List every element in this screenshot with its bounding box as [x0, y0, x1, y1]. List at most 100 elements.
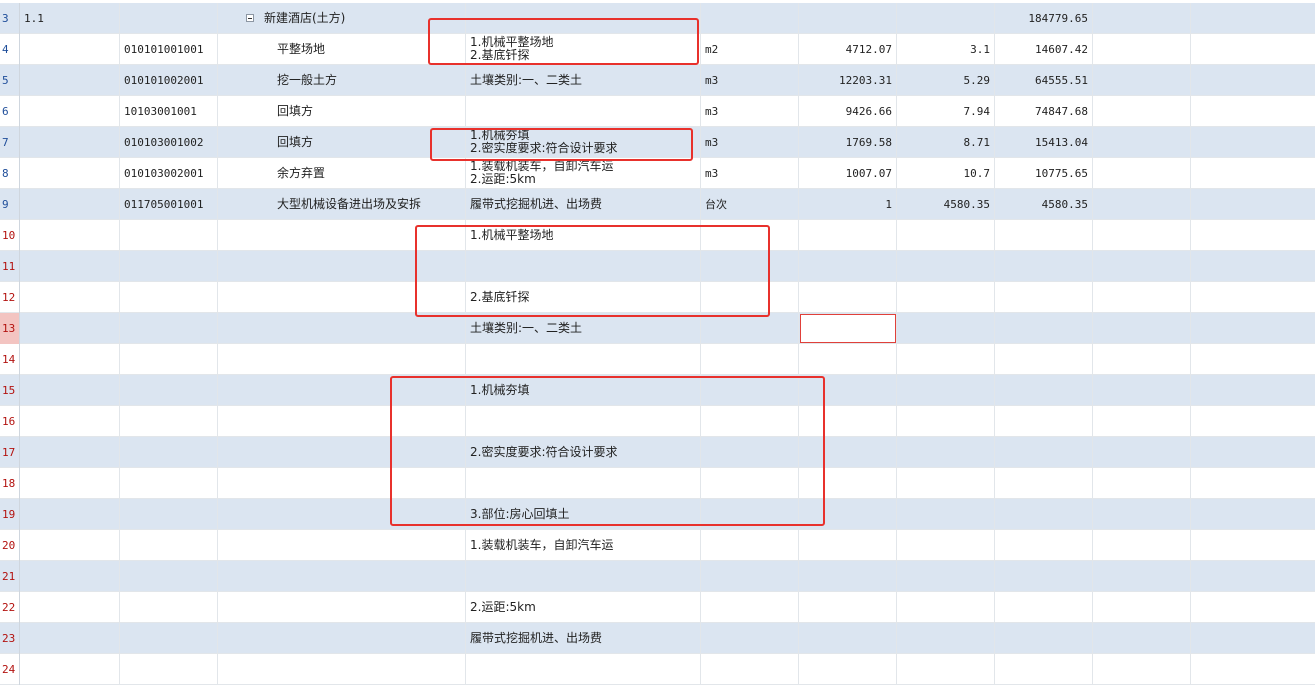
index-cell[interactable]: [20, 623, 120, 654]
unit-cell[interactable]: m3: [701, 65, 799, 96]
quantity-cell[interactable]: [799, 344, 897, 375]
total-cell[interactable]: [995, 592, 1093, 623]
unit-cell[interactable]: m3: [701, 158, 799, 189]
unit-cell[interactable]: [701, 468, 799, 499]
row-number[interactable]: 18: [0, 468, 20, 499]
total-cell[interactable]: [995, 499, 1093, 530]
index-cell[interactable]: [20, 468, 120, 499]
item-name-cell[interactable]: [218, 251, 466, 282]
code-cell[interactable]: 010103001002: [120, 127, 218, 158]
item-name-cell[interactable]: [218, 437, 466, 468]
unit-price-cell[interactable]: [897, 406, 995, 437]
features-cell[interactable]: 土壤类别:一、二类土: [466, 313, 701, 344]
features-cell[interactable]: 1.装载机装车，自卸汽车运: [466, 530, 701, 561]
unit-price-cell[interactable]: 5.29: [897, 65, 995, 96]
unit-cell[interactable]: m3: [701, 127, 799, 158]
collapse-minus-icon[interactable]: [246, 14, 254, 22]
code-cell[interactable]: [120, 375, 218, 406]
empty-cell[interactable]: [1093, 437, 1191, 468]
total-cell[interactable]: [995, 220, 1093, 251]
code-cell[interactable]: [120, 530, 218, 561]
row-number[interactable]: 10: [0, 220, 20, 251]
features-cell[interactable]: 1.机械夯填 2.密实度要求:符合设计要求: [466, 127, 701, 158]
total-cell[interactable]: [995, 375, 1093, 406]
index-cell[interactable]: [20, 437, 120, 468]
total-cell[interactable]: 10775.65: [995, 158, 1093, 189]
quantity-cell[interactable]: 1: [799, 189, 897, 220]
total-cell[interactable]: [995, 313, 1093, 344]
empty-cell[interactable]: [1191, 623, 1315, 654]
empty-cell[interactable]: [1093, 468, 1191, 499]
row-number[interactable]: 13: [0, 313, 20, 344]
unit-cell[interactable]: m2: [701, 34, 799, 65]
empty-cell[interactable]: [1093, 158, 1191, 189]
total-cell[interactable]: [995, 344, 1093, 375]
row-number[interactable]: 15: [0, 375, 20, 406]
item-name-cell[interactable]: 挖一般土方: [218, 65, 466, 96]
total-cell[interactable]: [995, 251, 1093, 282]
empty-cell[interactable]: [1093, 344, 1191, 375]
total-cell[interactable]: [995, 623, 1093, 654]
unit-cell[interactable]: [701, 344, 799, 375]
unit-price-cell[interactable]: [897, 592, 995, 623]
unit-cell[interactable]: [701, 251, 799, 282]
item-name-cell[interactable]: [218, 561, 466, 592]
features-cell[interactable]: 3.部位:房心回填土: [466, 499, 701, 530]
item-name-cell[interactable]: 大型机械设备进出场及安拆: [218, 189, 466, 220]
row-number[interactable]: 14: [0, 344, 20, 375]
features-cell[interactable]: 1.机械夯填: [466, 375, 701, 406]
index-cell[interactable]: [20, 158, 120, 189]
empty-cell[interactable]: [1191, 530, 1315, 561]
quantity-cell[interactable]: [799, 406, 897, 437]
code-cell[interactable]: [120, 499, 218, 530]
unit-price-cell[interactable]: [897, 220, 995, 251]
empty-cell[interactable]: [1093, 127, 1191, 158]
total-cell[interactable]: 14607.42: [995, 34, 1093, 65]
item-name-cell[interactable]: [218, 344, 466, 375]
quantity-cell[interactable]: [799, 561, 897, 592]
features-cell[interactable]: 履带式挖掘机进、出场费: [466, 189, 701, 220]
unit-cell[interactable]: [701, 3, 799, 34]
unit-price-cell[interactable]: 4580.35: [897, 189, 995, 220]
code-cell[interactable]: [120, 437, 218, 468]
index-cell[interactable]: [20, 96, 120, 127]
index-cell[interactable]: [20, 530, 120, 561]
features-cell[interactable]: 2.运距:5km: [466, 592, 701, 623]
empty-cell[interactable]: [1191, 96, 1315, 127]
row-number[interactable]: 21: [0, 561, 20, 592]
row-number[interactable]: 22: [0, 592, 20, 623]
quantity-cell[interactable]: [799, 468, 897, 499]
item-name-cell[interactable]: [218, 499, 466, 530]
index-cell[interactable]: [20, 406, 120, 437]
quantity-cell[interactable]: [799, 530, 897, 561]
item-name-cell[interactable]: [218, 592, 466, 623]
selected-cell[interactable]: [800, 314, 896, 343]
unit-cell[interactable]: [701, 282, 799, 313]
unit-cell[interactable]: [701, 530, 799, 561]
index-cell[interactable]: [20, 189, 120, 220]
unit-cell[interactable]: [701, 375, 799, 406]
features-cell[interactable]: 2.基底钎探: [466, 282, 701, 313]
features-cell[interactable]: [466, 344, 701, 375]
unit-price-cell[interactable]: [897, 468, 995, 499]
unit-price-cell[interactable]: [897, 437, 995, 468]
quantity-cell[interactable]: 12203.31: [799, 65, 897, 96]
unit-cell[interactable]: [701, 220, 799, 251]
index-cell[interactable]: [20, 375, 120, 406]
empty-cell[interactable]: [1191, 561, 1315, 592]
features-cell[interactable]: 1.机械平整场地: [466, 220, 701, 251]
quantity-cell[interactable]: 9426.66: [799, 96, 897, 127]
unit-price-cell[interactable]: [897, 313, 995, 344]
empty-cell[interactable]: [1191, 3, 1315, 34]
empty-cell[interactable]: [1093, 530, 1191, 561]
row-number[interactable]: 20: [0, 530, 20, 561]
index-cell[interactable]: [20, 220, 120, 251]
empty-cell[interactable]: [1093, 251, 1191, 282]
empty-cell[interactable]: [1191, 189, 1315, 220]
empty-cell[interactable]: [1191, 344, 1315, 375]
index-cell[interactable]: [20, 34, 120, 65]
empty-cell[interactable]: [1093, 3, 1191, 34]
unit-price-cell[interactable]: [897, 530, 995, 561]
features-cell[interactable]: 1.机械平整场地 2.基底钎探: [466, 34, 701, 65]
item-name-cell[interactable]: 新建酒店(土方): [218, 3, 466, 34]
